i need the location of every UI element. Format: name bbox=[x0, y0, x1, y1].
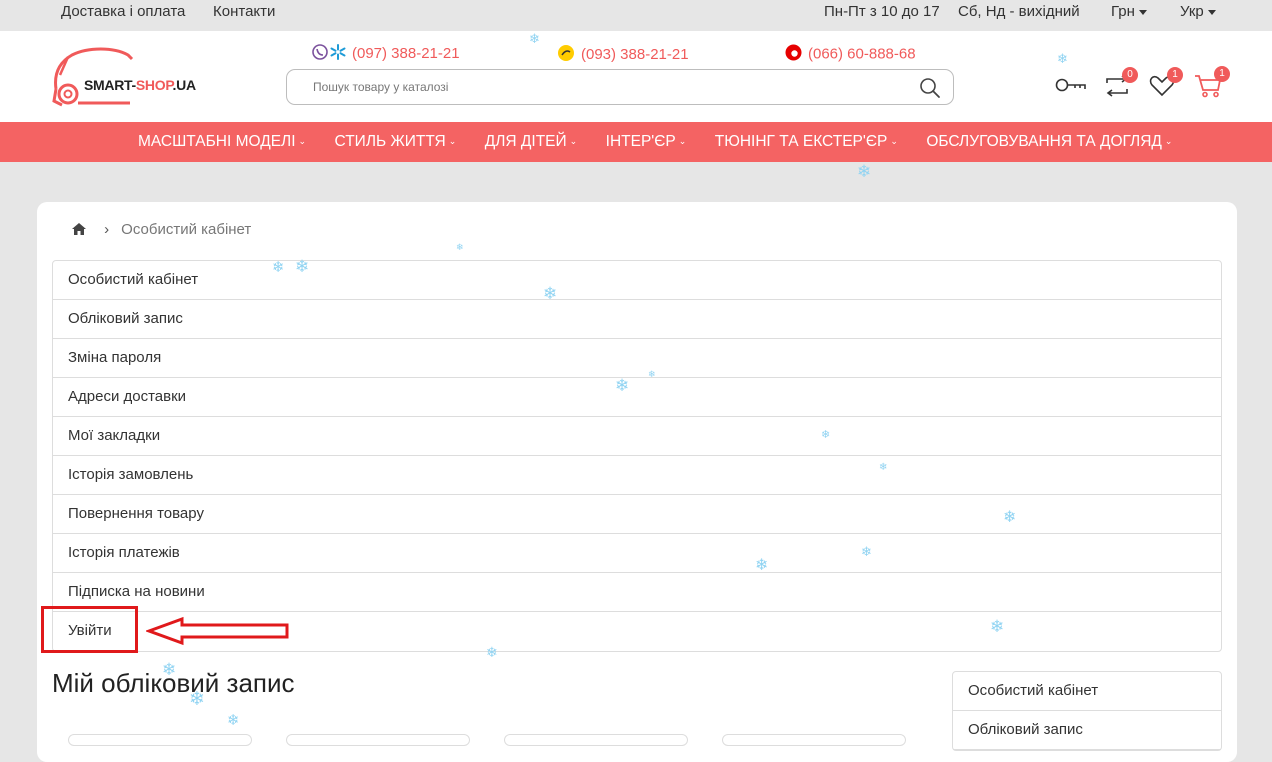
nav-item-tuning-exterior[interactable]: Тюнінг та екстер'єр ⌄ bbox=[715, 133, 898, 151]
phone-lifecell[interactable]: (093) 388-21-21 bbox=[557, 44, 689, 66]
annotation-highlight-box bbox=[41, 606, 138, 653]
key-icon bbox=[1055, 78, 1086, 92]
contacts-link[interactable]: Контакти bbox=[213, 3, 275, 20]
annotation-arrow-icon bbox=[146, 616, 289, 646]
language-label: Укр bbox=[1180, 3, 1204, 20]
account-tile[interactable] bbox=[722, 734, 906, 746]
vodafone-icon bbox=[785, 44, 802, 65]
currency-label: Грн bbox=[1111, 3, 1135, 20]
lifecell-icon bbox=[557, 44, 575, 66]
language-dropdown[interactable]: Укр bbox=[1180, 3, 1216, 20]
snowflake-icon: ❄ bbox=[1057, 52, 1068, 67]
nav-item-label: Інтер'єр bbox=[605, 133, 676, 150]
account-menu-item-addresses[interactable]: Адреси доставки bbox=[53, 378, 1221, 417]
account-menu-item-newsletter[interactable]: Підписка на новини bbox=[53, 573, 1221, 612]
nav-item-label: Обслуговування та догляд bbox=[926, 133, 1162, 150]
wishlist-button[interactable]: 1 bbox=[1149, 67, 1183, 97]
chevron-down-icon: ⌄ bbox=[1164, 136, 1173, 147]
wishlist-count-badge: 1 bbox=[1167, 67, 1183, 83]
chevron-down-icon: ⌄ bbox=[298, 136, 307, 147]
phone-number: (093) 388-21-21 bbox=[581, 45, 689, 63]
weekday-hours: Пн-Пт з 10 до 17 bbox=[824, 3, 940, 20]
phone-kyivstar[interactable]: (097) 388-21-21 bbox=[312, 44, 460, 64]
snowflake-icon: ❄ bbox=[857, 162, 872, 182]
logo-text-red: SHOP bbox=[135, 77, 173, 93]
chevron-down-icon: ⌄ bbox=[678, 136, 687, 147]
nav-item-scale-models[interactable]: Масштабні моделі ⌄ bbox=[138, 133, 306, 151]
snowflake-icon: ❄ bbox=[990, 617, 1005, 637]
weekend-hours: Сб, Нд - вихідний bbox=[958, 3, 1080, 20]
snowflake-icon: ❄ bbox=[162, 660, 177, 680]
snowflake-icon: ❄ bbox=[486, 645, 498, 661]
sidebar-item-account[interactable]: Обліковий запис bbox=[953, 711, 1221, 750]
account-menu-item-wishlist[interactable]: Мої закладки bbox=[53, 417, 1221, 456]
logo-text-dark: SMART- bbox=[84, 77, 136, 93]
currency-dropdown[interactable]: Грн bbox=[1111, 3, 1147, 20]
account-menu-item-returns[interactable]: Повернення товару bbox=[53, 495, 1221, 534]
snowflake-icon: ❄ bbox=[821, 428, 831, 441]
account-menu: Особистий кабінет Обліковий запис Зміна … bbox=[52, 260, 1222, 652]
snowflake-icon: ❄ bbox=[272, 258, 285, 276]
site-header: SMART-SHOP.UA (097) 388-21-21 (093) 388-… bbox=[0, 31, 1272, 122]
account-menu-item-order-history[interactable]: Історія замовлень bbox=[53, 456, 1221, 495]
phone-number: (066) 60-888-68 bbox=[808, 45, 916, 63]
snowflake-icon: ❄ bbox=[295, 257, 310, 277]
account-tile[interactable] bbox=[504, 734, 688, 746]
logo-text-tld: .UA bbox=[172, 77, 197, 93]
login-key-button[interactable] bbox=[1055, 77, 1087, 98]
compare-button[interactable]: 0 bbox=[1104, 67, 1138, 97]
snowflake-icon: ❄ bbox=[648, 370, 656, 380]
snowflake-icon: ❄ bbox=[879, 462, 888, 473]
search-box bbox=[286, 69, 954, 105]
home-icon[interactable] bbox=[72, 221, 90, 238]
nav-item-interior[interactable]: Інтер'єр ⌄ bbox=[606, 133, 687, 151]
nav-item-label: Стиль життя bbox=[334, 133, 446, 150]
nav-item-for-kids[interactable]: Для дітей ⌄ bbox=[485, 133, 577, 151]
account-menu-item-transactions[interactable]: Історія платежів bbox=[53, 534, 1221, 573]
sidebar-account-menu: Особистий кабінет Обліковий запис bbox=[952, 671, 1222, 751]
cart-button[interactable]: 1 bbox=[1194, 66, 1230, 98]
caret-down-icon bbox=[1207, 9, 1216, 15]
logo-text: SMART-SHOP.UA bbox=[84, 77, 196, 93]
kyivstar-icon bbox=[330, 44, 346, 64]
chevron-down-icon: ⌄ bbox=[569, 136, 578, 147]
snowflake-icon: ❄ bbox=[529, 32, 540, 47]
top-utility-bar: Доставка і оплата Контакти Пн-Пт з 10 до… bbox=[0, 0, 1272, 31]
search-input[interactable] bbox=[311, 79, 875, 95]
snowflake-icon: ❄ bbox=[227, 711, 240, 729]
search-icon[interactable] bbox=[919, 77, 941, 99]
snowflake-icon: ❄ bbox=[615, 376, 630, 396]
nav-item-service-care[interactable]: Обслуговування та догляд ⌄ bbox=[926, 133, 1172, 151]
snowflake-icon: ❄ bbox=[1003, 507, 1017, 526]
account-tile[interactable] bbox=[68, 734, 252, 746]
account-menu-item-dashboard[interactable]: Особистий кабінет bbox=[53, 261, 1221, 300]
snowflake-icon: ❄ bbox=[755, 555, 769, 574]
breadcrumb-current: Особистий кабінет bbox=[121, 221, 252, 238]
compare-count-badge: 0 bbox=[1122, 67, 1138, 83]
snowflake-icon: ❄ bbox=[456, 243, 464, 253]
breadcrumb: › Особистий кабінет bbox=[72, 221, 251, 238]
chevron-down-icon: ⌄ bbox=[890, 136, 898, 147]
account-menu-item-password[interactable]: Зміна пароля bbox=[53, 339, 1221, 378]
nav-item-label: Для дітей bbox=[484, 133, 567, 150]
chevron-down-icon: ⌄ bbox=[448, 136, 457, 147]
snowflake-icon: ❄ bbox=[189, 688, 205, 710]
main-category-nav: Масштабні моделі ⌄ Стиль життя ⌄ Для дітей… bbox=[0, 122, 1272, 162]
caret-down-icon bbox=[1138, 9, 1147, 15]
nav-item-label: Тюнінг та екстер'єр bbox=[714, 133, 888, 150]
nav-item-lifestyle[interactable]: Стиль життя ⌄ bbox=[335, 133, 457, 151]
account-tile[interactable] bbox=[286, 734, 470, 746]
viber-icon bbox=[312, 44, 328, 64]
delivery-payment-link[interactable]: Доставка і оплата bbox=[61, 3, 185, 20]
snowflake-icon: ❄ bbox=[543, 284, 558, 304]
sidebar-item-dashboard[interactable]: Особистий кабінет bbox=[953, 672, 1221, 711]
account-menu-item-account[interactable]: Обліковий запис bbox=[53, 300, 1221, 339]
phone-vodafone[interactable]: (066) 60-888-68 bbox=[785, 44, 916, 65]
snowflake-icon: ❄ bbox=[861, 545, 872, 560]
breadcrumb-separator-icon: › bbox=[104, 221, 110, 238]
cart-count-badge: 1 bbox=[1214, 66, 1230, 82]
nav-item-label: Масштабні моделі bbox=[138, 133, 296, 150]
phone-number: (097) 388-21-21 bbox=[352, 44, 460, 62]
